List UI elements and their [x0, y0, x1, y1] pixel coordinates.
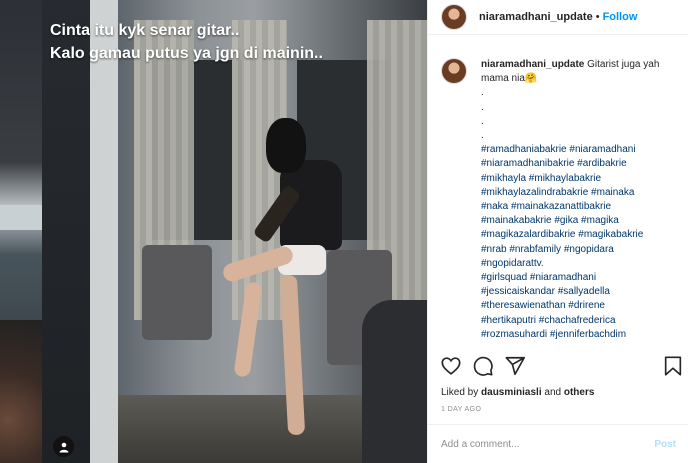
- hashtag-line[interactable]: #naka #mainakazanattibakrie: [481, 201, 611, 212]
- caption-avatar[interactable]: [441, 58, 467, 84]
- video-caption-line-1: Cinta itu kyk senar gitar..: [50, 22, 240, 39]
- user-tag-button[interactable]: [53, 436, 74, 457]
- comment-form: Post: [428, 424, 688, 463]
- post-comment-button[interactable]: Post: [654, 439, 676, 450]
- comment-icon[interactable]: [472, 355, 494, 377]
- hashtag-line[interactable]: #jessicaiskandar #sallyadella: [481, 286, 610, 297]
- dot-line: .: [481, 129, 484, 141]
- user-tag-icon: [59, 442, 68, 452]
- post-video[interactable]: Cinta itu kyk senar gitar.. Kalo gamau p…: [42, 0, 427, 463]
- hashtag-line[interactable]: #girlsquad #niaramadhani: [481, 272, 596, 283]
- post-timestamp[interactable]: 1 DAY AGO: [441, 406, 481, 413]
- hashtag-line[interactable]: #mikhaylazalindrabakrie #mainaka: [481, 187, 634, 198]
- caption-username[interactable]: niaramadhani_update: [481, 59, 584, 70]
- video-caption-line-2: Kalo gamau putus ya jgn di mainin..: [50, 45, 323, 62]
- hashtag-line[interactable]: #mainakabakrie #gika #magika: [481, 215, 619, 226]
- caption-block: niaramadhani_update Gitarist juga yah ma…: [441, 58, 681, 342]
- hashtag-line[interactable]: #magikazalardibakrie #magikabakrie: [481, 229, 643, 240]
- dot-line: .: [481, 87, 484, 99]
- comment-input[interactable]: [441, 438, 655, 450]
- post-header: niaramadhani_update • Follow: [428, 0, 688, 35]
- likes-prefix: Liked by: [441, 387, 479, 398]
- liked-by-user[interactable]: dausminiasli: [481, 387, 542, 398]
- separator-dot: •: [595, 11, 600, 23]
- share-icon[interactable]: [504, 355, 526, 377]
- hashtag-line[interactable]: #theresawienathan #drirene: [481, 300, 605, 311]
- dot-line: .: [481, 101, 484, 113]
- hashtag-line[interactable]: #nrab #nrabfamily #ngopidara: [481, 244, 614, 255]
- bookmark-icon[interactable]: [662, 355, 684, 377]
- hashtag-line[interactable]: #rozmasuhardi #jenniferbachdim: [481, 329, 626, 340]
- likes-conj: and: [544, 387, 562, 398]
- hashtag-list: #ramadhaniabakrie #niaramadhani #niarama…: [481, 143, 681, 342]
- hashtag-line[interactable]: #mikhayla #mikhaylabakrie: [481, 173, 601, 184]
- header-username[interactable]: niaramadhani_update: [479, 11, 593, 23]
- likes-others[interactable]: others: [564, 387, 595, 398]
- action-bar: [428, 355, 688, 385]
- background-overlay: [0, 0, 42, 463]
- hashtag-line[interactable]: #ngopidarattv.: [481, 258, 544, 269]
- hashtag-line[interactable]: #ramadhaniabakrie #niaramadhani: [481, 144, 636, 155]
- hashtag-line[interactable]: #hertikaputri #chachafrederica: [481, 315, 616, 326]
- post-sidebar: niaramadhani_update • Follow niaramadhan…: [427, 0, 688, 463]
- hashtag-line[interactable]: #niaramadhanibakrie #ardibakrie: [481, 158, 627, 169]
- follow-button[interactable]: Follow: [603, 11, 638, 23]
- caption-dots: . . . .: [481, 86, 681, 143]
- heart-icon[interactable]: [440, 355, 462, 377]
- dot-line: .: [481, 115, 484, 127]
- likes-summary: Liked by dausminiasli and others: [441, 387, 594, 398]
- avatar[interactable]: [441, 4, 467, 30]
